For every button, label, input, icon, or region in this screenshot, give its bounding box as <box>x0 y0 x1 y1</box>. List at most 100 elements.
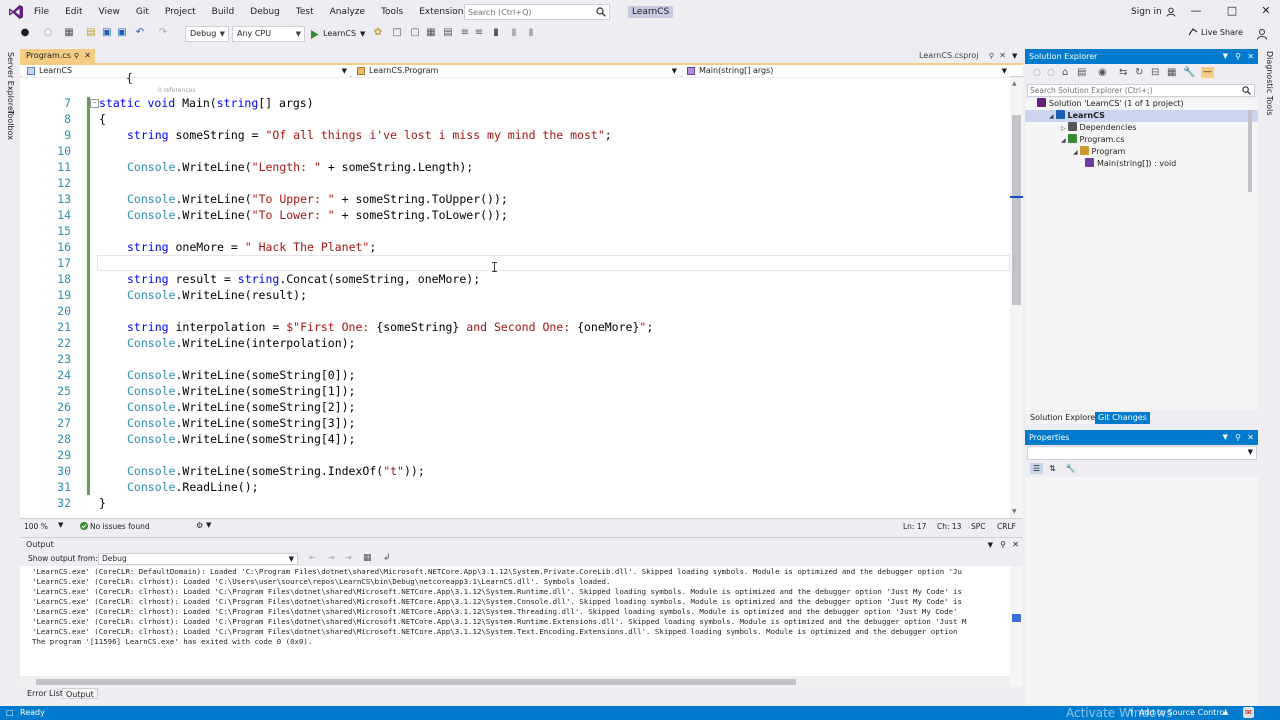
collapse-region-icon[interactable]: – <box>90 99 99 108</box>
save-icon[interactable]: ▣ <box>100 28 114 42</box>
menu-view[interactable]: View <box>91 0 128 24</box>
editor-scroll-thumb[interactable] <box>1012 115 1021 305</box>
class-nav-select[interactable]: LearnCS.Program ▼ <box>352 65 680 77</box>
scroll-down-icon[interactable]: ▼ <box>1012 508 1017 515</box>
categorized-icon[interactable]: ☰ <box>1030 463 1043 474</box>
toolbar-tool-icon[interactable]: ▤ <box>441 28 455 42</box>
code-line[interactable]: static void Main(string[] args) <box>99 95 314 111</box>
member-nav-select[interactable]: Main(string[] args) ▼ <box>682 65 1010 77</box>
back-nav-icon[interactable]: ● <box>18 28 32 42</box>
tree-item[interactable]: ▷ Dependencies <box>1061 122 1136 134</box>
clear-all-icon[interactable]: ▦ <box>363 553 372 563</box>
solution-search-input[interactable] <box>1030 85 1230 96</box>
indent-mode[interactable]: SPC <box>971 522 986 531</box>
tab-solution-explorer[interactable]: Solution Explorer <box>1027 412 1102 424</box>
word-wrap-icon[interactable]: ↲ <box>383 553 391 563</box>
forward-icon[interactable]: ○ <box>1047 68 1055 78</box>
pin-icon[interactable]: ⚲ <box>74 49 79 63</box>
line-ending[interactable]: CRLF <box>997 522 1016 531</box>
preview-selected-icon[interactable]: — <box>1201 67 1214 78</box>
collapse-icon[interactable]: ◢ <box>1049 113 1056 120</box>
bookmark-icon[interactable]: ▮ <box>489 28 503 42</box>
tree-item[interactable]: ◢ LearnCS <box>1049 110 1105 122</box>
configuration-select[interactable]: Debug ▼ <box>185 26 229 42</box>
tab-program-cs[interactable]: Program.cs ✕ ⚲ <box>20 49 95 63</box>
uncomment-icon[interactable]: ≡ <box>472 28 486 42</box>
feedback-icon[interactable] <box>1256 28 1268 40</box>
refresh-icon[interactable]: ↻ <box>1135 67 1143 78</box>
code-line[interactable]: Console.WriteLine("To Lower: " + someStr… <box>127 207 508 223</box>
chevron-down-icon[interactable]: ▼ <box>988 538 993 552</box>
code-line[interactable]: } <box>99 495 106 511</box>
code-line[interactable]: Console.WriteLine(someString[2]); <box>127 399 355 415</box>
code-line[interactable]: Console.WriteLine("To Upper: " + someStr… <box>127 191 508 207</box>
tree-item[interactable]: Solution 'LearnCS' (1 of 1 project) <box>1037 98 1184 110</box>
code-line[interactable]: Console.WriteLine(result); <box>127 287 307 303</box>
tab-overflow-chevron-icon[interactable]: ▼ <box>1012 52 1017 60</box>
close-icon[interactable]: ✕ <box>1247 49 1254 64</box>
prev-bookmark-icon[interactable]: ▮ <box>507 28 521 42</box>
toolbar-tool-icon[interactable]: ▦ <box>424 28 438 42</box>
collapse-icon[interactable]: ◢ <box>1073 149 1080 156</box>
tab-error-list[interactable]: Error List <box>24 688 66 699</box>
code-line[interactable]: Console.WriteLine(someString[4]); <box>127 431 355 447</box>
code-line[interactable]: Console.ReadLine(); <box>127 479 259 495</box>
tree-item[interactable]: ◢ Program <box>1073 146 1125 158</box>
property-pages-icon[interactable]: 🔧 <box>1064 463 1077 474</box>
tab-git-changes[interactable]: Git Changes <box>1095 412 1150 424</box>
comment-icon[interactable]: ≡ <box>458 28 472 42</box>
tree-item[interactable]: Main(string[]) : void <box>1085 158 1176 170</box>
scroll-up-icon[interactable]: ▲ <box>1012 80 1017 87</box>
zoom-level[interactable]: 100 % <box>24 522 48 531</box>
toolbar-tool-icon[interactable]: ▢ <box>408 28 422 42</box>
home-icon[interactable]: ⌂ <box>1062 67 1068 78</box>
code-line[interactable]: Console.WriteLine(interpolation); <box>127 335 355 351</box>
alphabetical-icon[interactable]: ⇅ <box>1046 463 1059 474</box>
properties-icon[interactable]: 🔧 <box>1183 67 1195 78</box>
tab-learncs-csproj[interactable]: LearnCS.csproj ⚲ ✕ <box>914 49 1010 63</box>
close-icon[interactable]: ✕ <box>1247 430 1254 445</box>
output-source-select[interactable]: Debug ▼ <box>98 553 298 565</box>
close-icon[interactable]: ✕ <box>1256 4 1276 20</box>
platform-select[interactable]: Any CPU ▼ <box>232 26 305 42</box>
tab-output[interactable]: Output <box>62 688 98 699</box>
menu-edit[interactable]: Edit <box>57 0 90 24</box>
close-icon[interactable]: ✕ <box>1012 538 1019 552</box>
code-line[interactable]: Console.WriteLine(someString.IndexOf("t"… <box>127 463 425 479</box>
code-line[interactable]: string result = string.Concat(someString… <box>127 271 480 287</box>
menu-debug[interactable]: Debug <box>242 0 288 24</box>
sync-icon[interactable]: ⇆ <box>1119 67 1127 78</box>
solution-search-box[interactable] <box>1027 84 1255 97</box>
minimize-icon[interactable]: — <box>1186 4 1206 20</box>
chevron-up-icon[interactable]: ▲ <box>1223 708 1228 716</box>
project-nav-select[interactable]: LearnCS ▼ <box>22 65 350 77</box>
chevron-down-icon[interactable]: ▼ <box>1223 49 1228 64</box>
pin-icon[interactable]: ⚲ <box>1000 538 1006 552</box>
pending-changes-filter-icon[interactable]: ◉ <box>1098 67 1107 78</box>
sign-in-link[interactable]: Sign in <box>1131 7 1162 17</box>
code-line[interactable]: Console.WriteLine(someString[3]); <box>127 415 355 431</box>
search-box[interactable] <box>464 4 610 20</box>
redo-icon[interactable]: ↷ <box>156 28 170 42</box>
codelens-references[interactable]: 0 references <box>158 87 196 94</box>
code-line[interactable]: string someString = "Of all things i've … <box>127 127 612 143</box>
next-bookmark-icon[interactable]: ▮ <box>524 28 538 42</box>
code-line[interactable]: Console.WriteLine("Length: " + someStrin… <box>127 159 473 175</box>
code-line[interactable]: { <box>99 111 106 127</box>
chevron-down-icon[interactable]: ▼ <box>1223 430 1228 445</box>
new-project-icon[interactable]: ▦ <box>62 28 76 42</box>
output-vertical-scrollbar[interactable] <box>1010 566 1023 687</box>
account-icon[interactable] <box>1166 7 1176 17</box>
tree-item[interactable]: ◢ Program.cs <box>1061 134 1124 146</box>
collapse-all-icon[interactable]: ⊟ <box>1151 67 1159 78</box>
forward-nav-icon[interactable]: ○ <box>41 28 55 42</box>
maximize-icon[interactable]: □ <box>1222 4 1242 20</box>
collapse-icon[interactable]: ◢ <box>1061 137 1068 144</box>
start-debugging-button[interactable]: LearnCS ▼ <box>310 26 365 42</box>
code-line[interactable]: string oneMore = " Hack The Planet"; <box>127 239 376 255</box>
code-line[interactable]: Console.WriteLine(someString[1]); <box>127 383 355 399</box>
code-line[interactable]: string interpolation = $"First One: {som… <box>127 319 653 335</box>
search-input[interactable] <box>468 5 588 19</box>
code-line[interactable]: Console.WriteLine(someString[0]); <box>127 367 355 383</box>
next-message-icon[interactable]: ⇥ <box>328 553 335 562</box>
